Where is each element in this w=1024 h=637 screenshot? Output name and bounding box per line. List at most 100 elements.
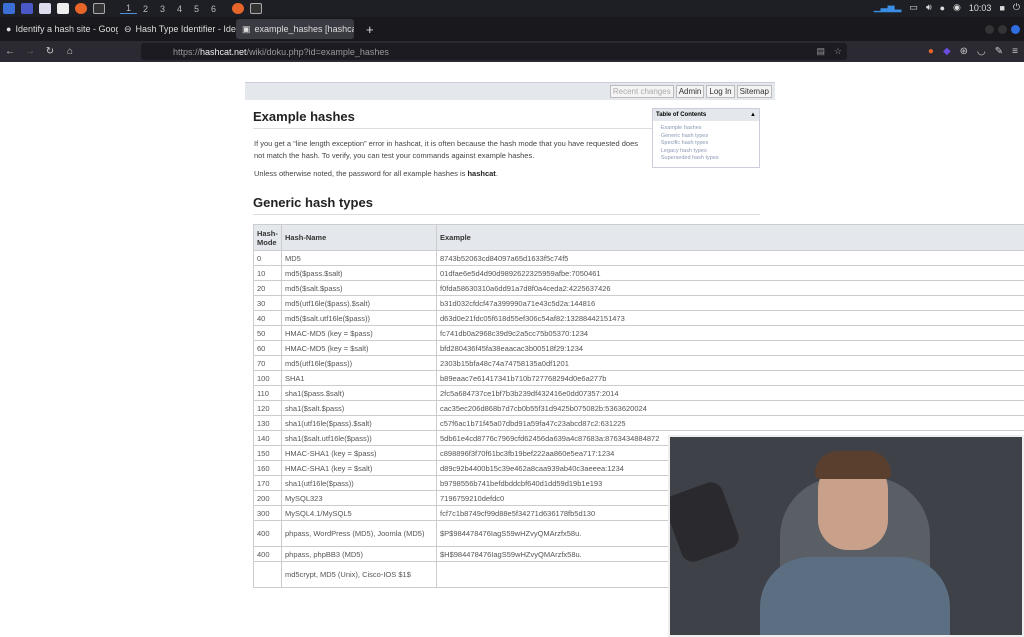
admin-button[interactable]: Admin [676,85,705,98]
terminal-icon[interactable] [93,3,105,14]
cell-mode: 200 [254,491,282,506]
cell-name: MD5 [282,251,437,266]
pocket-icon[interactable]: ◡ [977,46,986,57]
tab-example-hashes[interactable]: ▣example_hashes [hashcat× [236,19,354,39]
notification-bell-icon[interactable]: ● [940,3,945,13]
extension-fox-icon[interactable]: ● [928,46,934,57]
cell-name: HMAC-SHA1 (key = $salt) [282,461,437,476]
display-icon[interactable]: ▭ [909,2,918,13]
toc-link[interactable]: ·Legacy hash types [653,148,759,156]
table-row: 0MD58743b52063cd84097a65d1633f5c74f5 [254,251,1024,266]
cell-name: SHA1 [282,371,437,386]
lock-icon[interactable]: ■ [999,3,1004,13]
maximize-button[interactable] [998,25,1007,34]
wiki-toolbar: Recent changes Admin Log In Sitemap [245,82,775,100]
sitemap-button[interactable]: Sitemap [737,85,772,98]
minimize-button[interactable] [985,25,994,34]
url-bar[interactable]: https://hashcat.net/wiki/doku.php?id=exa… [141,43,847,60]
cell-mode: 140 [254,431,282,446]
workspace-6[interactable]: 6 [205,4,222,14]
table-row: 130sha1(utf16le($pass).$salt)c57f6ac1b71… [254,416,1024,431]
toc-link[interactable]: ·Example hashes [653,125,759,133]
reload-button[interactable]: ↻ [40,46,60,57]
cell-example: bfd280436f45fa38eaacac3b00518f29:1234 [437,341,1024,356]
workspace-2[interactable]: 2 [137,4,154,14]
collapse-icon[interactable]: ▲ [750,112,756,118]
cell-name: md5($salt.$pass) [282,281,437,296]
page-content: Recent changes Admin Log In Sitemap Exam… [0,62,1024,575]
cell-mode: 0 [254,251,282,266]
cell-mode: 300 [254,506,282,521]
workspace-4[interactable]: 4 [171,4,188,14]
toc-link[interactable]: ·Specific hash types [653,140,759,148]
intro-paragraph: If you get a “line length exception” err… [254,138,649,162]
cell-example: fc741db0a2968c39d9c2a5cc75b05370:1234 [437,326,1024,341]
table-row: 100SHA1b89eaac7e61417341b710b727768294d0… [254,371,1024,386]
file-manager-icon[interactable] [39,3,51,14]
url-domain: hashcat.net [200,47,247,57]
cell-name: md5(utf16le($pass)) [282,356,437,371]
workspace-3[interactable]: 3 [154,4,171,14]
workspace-1[interactable]: 1 [120,3,137,14]
table-row: 60HMAC-MD5 (key = $salt)bfd280436f45fa38… [254,341,1024,356]
table-row: 10md5($pass.$salt)01dfae6e5d4d90d9892622… [254,266,1024,281]
url-path: /wiki/doku.php?id=example_hashes [247,47,389,57]
extension-purple-icon[interactable]: ◆ [943,46,951,57]
reader-view-icon[interactable]: ▤ [816,46,825,57]
cell-example: 2fc5a684737ce1bf7b3b239df432416e0dd07357… [437,386,1024,401]
app-menu-icon[interactable] [3,3,15,14]
power-icon[interactable]: ⏻ [1013,2,1020,13]
tools-icon[interactable]: ✎ [995,46,1003,57]
table-of-contents: Table of Contents▲ ·Example hashes ·Gene… [652,108,760,168]
cell-mode: 110 [254,386,282,401]
cell-mode: 30 [254,296,282,311]
firefox-window-icon[interactable] [232,3,244,14]
tab-label: example_hashes [hashcat [255,24,354,34]
table-row: 20md5($salt.$pass)f0fda58630310a6dd91a7d… [254,281,1024,296]
volume-icon[interactable]: 🔊︎ [926,2,932,13]
back-button[interactable]: ← [0,46,20,57]
login-button[interactable]: Log In [706,85,734,98]
desktop-taskbar: 1 2 3 4 5 6 ▁▃▅▂ ▭ 🔊︎ ● ◉ 10:03 ■ ⏻ [0,0,1024,17]
table-row: 110sha1($pass.$salt)2fc5a684737ce1bf7b3b… [254,386,1024,401]
browser-tab-bar: ●Identify a hash site - Goog× ⊖Hash Type… [0,17,1024,41]
cell-example: cac35ec206d868b7d7cb0b55f31d9425b075082b… [437,401,1024,416]
tab-identify-hash-site[interactable]: ●Identify a hash site - Goog× [0,19,118,39]
cell-name: MySQL4.1/MySQL5 [282,506,437,521]
cell-mode: 60 [254,341,282,356]
section-heading: Generic hash types [253,195,760,215]
cell-example: 8743b52063cd84097a65d1633f5c74f5 [437,251,1024,266]
cell-example: b31d032cfdcf47a399990a71e43c5d2a:144816 [437,296,1024,311]
toc-link[interactable]: ·Superseded hash types [653,155,759,163]
cell-name: sha1(utf16le($pass)) [282,476,437,491]
close-window-button[interactable] [1011,25,1020,34]
cell-name: md5($salt.utf16le($pass)) [282,311,437,326]
bookmark-star-icon[interactable]: ☆ [834,46,842,57]
firefox-icon[interactable] [75,3,87,14]
cell-example: d63d0e21fdc05f618d55ef306c54af82:1328844… [437,311,1024,326]
password-note: Unless otherwise noted, the password for… [254,168,649,180]
cell-name: phpass, WordPress (MD5), Joomla (MD5) [282,521,437,547]
col-hash-mode: Hash-Mode [254,225,282,251]
recent-changes-button[interactable]: Recent changes [610,85,674,98]
cell-name: sha1(utf16le($pass).$salt) [282,416,437,431]
menu-icon[interactable]: ≡ [1012,46,1018,57]
terminal-window-icon[interactable] [250,3,262,14]
forward-button[interactable]: → [20,46,40,57]
table-row: 40md5($salt.utf16le($pass))d63d0e21fdc05… [254,311,1024,326]
workspace-5[interactable]: 5 [188,4,205,14]
google-icon: ● [6,24,11,34]
extension-icon[interactable]: ⊛ [960,46,968,57]
text-editor-icon[interactable] [57,3,69,14]
home-button[interactable]: ⌂ [60,46,80,57]
cell-example: f0fda58630310a6dd91a7d8f0a4ceda2:4225637… [437,281,1024,296]
cell-name: sha1($salt.utf16le($pass)) [282,431,437,446]
cell-mode: 120 [254,401,282,416]
desktop-icon[interactable] [21,3,33,14]
new-tab-button[interactable]: + [366,22,374,37]
hashcat-icon: ▣ [242,24,251,35]
toc-link[interactable]: ·Generic hash types [653,133,759,141]
cell-name: HMAC-MD5 (key = $pass) [282,326,437,341]
cell-mode: 20 [254,281,282,296]
tab-hash-type-identifier[interactable]: ⊖Hash Type Identifier - Ide× [118,19,236,39]
